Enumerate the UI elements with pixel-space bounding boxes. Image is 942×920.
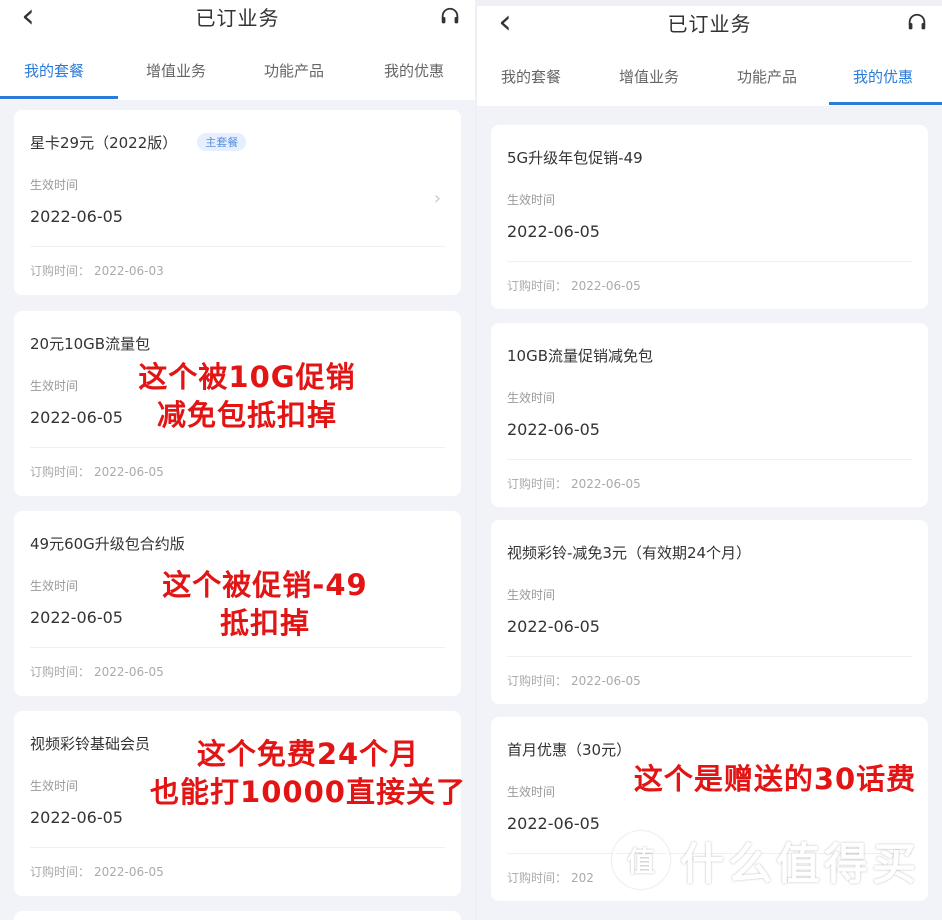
divider xyxy=(30,847,445,848)
effective-date: 2022-06-05 xyxy=(30,207,123,226)
watermark-text: 什么值得买 xyxy=(680,839,920,890)
plan-card[interactable] xyxy=(14,911,461,920)
customer-service-headset-icon[interactable] xyxy=(439,6,461,28)
tab-my-plan[interactable]: 我的套餐 xyxy=(24,60,84,81)
effective-label: 生效时间 xyxy=(507,588,556,602)
order-time: 订购时间： 2022-06-03 xyxy=(30,264,164,278)
order-time: 订购时间： 202 xyxy=(507,871,594,885)
effective-date: 2022-06-05 xyxy=(30,408,123,427)
tab-function-products[interactable]: 功能产品 xyxy=(737,66,797,87)
watermark-logo-icon: 值 xyxy=(612,831,670,889)
divider xyxy=(30,246,445,247)
order-time: 订购时间： 2022-06-05 xyxy=(507,477,641,491)
annotation-49-offset: 这个被促销-49 抵扣掉 xyxy=(162,568,368,640)
active-tab-indicator xyxy=(829,102,942,105)
effective-label: 生效时间 xyxy=(30,379,79,393)
tab-bar: 我的套餐 增值业务 功能产品 我的优惠 xyxy=(477,50,942,106)
annotation-free-24-months: 这个免费24个月 也能打10000直接关了 xyxy=(150,737,466,809)
card-title: 5G升级年包促销-49 xyxy=(507,149,643,167)
discount-card[interactable]: 5G升级年包促销-49 生效时间 2022-06-05 订购时间： 2022-06… xyxy=(491,125,928,309)
divider xyxy=(30,447,445,448)
discount-card[interactable]: 视频彩铃-减免3元（有效期24个月） 生效时间 2022-06-05 订购时间：… xyxy=(491,520,928,704)
effective-label: 生效时间 xyxy=(507,785,556,799)
effective-date: 2022-06-05 xyxy=(507,222,600,241)
effective-label: 生效时间 xyxy=(30,178,79,192)
order-time: 订购时间： 2022-06-05 xyxy=(507,279,641,293)
active-tab-indicator xyxy=(0,96,118,99)
divider xyxy=(507,459,912,460)
effective-label: 生效时间 xyxy=(30,579,79,593)
divider xyxy=(30,647,445,648)
effective-date: 2022-06-05 xyxy=(30,608,123,627)
chevron-right-icon: › xyxy=(433,188,441,209)
effective-label: 生效时间 xyxy=(507,193,556,207)
order-time: 订购时间： 2022-06-05 xyxy=(507,674,641,688)
tab-my-discounts[interactable]: 我的优惠 xyxy=(853,66,913,87)
header: 已订业务 xyxy=(0,0,475,44)
discount-card[interactable]: 10GB流量促销减免包 生效时间 2022-06-05 订购时间： 2022-06… xyxy=(491,323,928,507)
plan-card[interactable]: 星卡29元（2022版） 主套餐 生效时间 2022-06-05 › 订购时间： 2… xyxy=(14,110,461,295)
watermark: 值 什么值得买 xyxy=(612,828,920,892)
customer-service-headset-icon[interactable] xyxy=(906,12,928,34)
order-time: 订购时间： 2022-06-05 xyxy=(30,665,164,679)
card-title: 视频彩铃-减免3元（有效期24个月） xyxy=(507,544,752,562)
tab-function-products[interactable]: 功能产品 xyxy=(264,60,324,81)
card-title: 星卡29元（2022版） 主套餐 xyxy=(30,132,247,153)
card-title: 49元60G升级包合约版 xyxy=(30,535,185,553)
tab-value-added[interactable]: 增值业务 xyxy=(146,60,206,81)
effective-date: 2022-06-05 xyxy=(507,617,600,636)
card-title: 首月优惠（30元） xyxy=(507,741,632,759)
page-title: 已订业务 xyxy=(667,12,752,36)
effective-date: 2022-06-05 xyxy=(30,808,123,827)
card-title: 10GB流量促销减免包 xyxy=(507,347,654,365)
tab-my-discounts[interactable]: 我的优惠 xyxy=(384,60,444,81)
page-title: 已订业务 xyxy=(195,6,280,30)
effective-label: 生效时间 xyxy=(507,391,556,405)
annotation-gift-30: 这个是赠送的30话费 xyxy=(633,762,917,796)
effective-date: 2022-06-05 xyxy=(507,420,600,439)
annotation-10g-offset: 这个被10G促销 减免包抵扣掉 xyxy=(138,360,356,432)
divider xyxy=(507,656,912,657)
tab-value-added[interactable]: 增值业务 xyxy=(619,66,679,87)
order-time: 订购时间： 2022-06-05 xyxy=(30,465,164,479)
tab-my-plan[interactable]: 我的套餐 xyxy=(501,66,561,87)
header: 已订业务 xyxy=(477,6,942,50)
card-title: 20元10GB流量包 xyxy=(30,335,151,353)
divider xyxy=(507,261,912,262)
order-time: 订购时间： 2022-06-05 xyxy=(30,865,164,879)
effective-label: 生效时间 xyxy=(30,779,79,793)
tab-bar: 我的套餐 增值业务 功能产品 我的优惠 xyxy=(0,44,475,100)
main-plan-badge: 主套餐 xyxy=(197,133,247,151)
effective-date: 2022-06-05 xyxy=(507,814,600,833)
